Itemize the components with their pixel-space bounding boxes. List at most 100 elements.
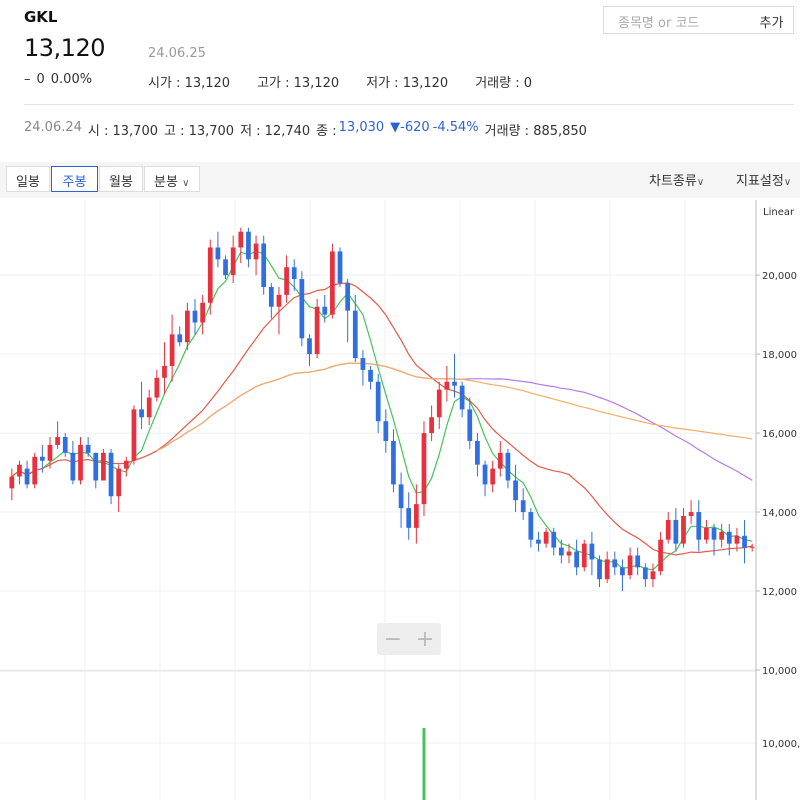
add-button[interactable]: 추가 xyxy=(750,6,794,34)
candle-body xyxy=(330,251,335,315)
tab-weekly[interactable]: 주봉 xyxy=(51,166,98,192)
candle-body xyxy=(230,247,236,276)
chart-toolbar: 일봉 주봉 월봉 분봉 ∨ 차트종류∨ 지표설정∨ xyxy=(0,162,800,198)
prev-volume: 거래량 : 885,850 xyxy=(484,124,587,139)
candle-body xyxy=(711,527,717,540)
candle-body xyxy=(215,247,221,260)
indicator-settings-label: 지표설정 xyxy=(736,174,784,189)
candle-body xyxy=(192,310,198,323)
candle-body xyxy=(368,369,373,382)
candle-body xyxy=(513,480,518,501)
candle-body xyxy=(337,251,343,284)
current-price: 13,120 xyxy=(24,34,105,62)
candle-body xyxy=(719,531,725,540)
candle-body xyxy=(223,259,228,276)
candle-body xyxy=(696,512,702,540)
ohlc-row: 시가 : 13,120 고가 : 13,120 저가 : 13,120 거래량 … xyxy=(148,72,559,91)
prev-high: 고 : 13,700 xyxy=(163,124,235,139)
candle-body xyxy=(581,543,587,568)
ma20-line xyxy=(11,282,753,556)
candle-body xyxy=(635,555,641,568)
candle-body xyxy=(131,409,137,461)
indicator-settings-menu[interactable]: 지표설정∨ xyxy=(736,170,791,189)
stock-name: GKL xyxy=(24,8,58,26)
candle-body xyxy=(566,551,572,556)
candle-body xyxy=(200,302,205,323)
candle-body xyxy=(642,567,648,580)
candle-body xyxy=(85,444,91,453)
candle-body xyxy=(490,468,496,485)
candle-body xyxy=(467,409,473,441)
quote-date: 24.06.25 xyxy=(148,46,206,61)
volume: 거래량 : 0 xyxy=(475,76,532,91)
candle-body xyxy=(123,460,129,469)
zoom-out-icon[interactable]: − xyxy=(384,627,402,652)
candle-body xyxy=(375,381,381,422)
candle-body xyxy=(391,440,396,485)
prev-close-label: 종 : xyxy=(316,124,337,139)
candle-body xyxy=(528,512,534,540)
divider xyxy=(24,104,794,105)
tab-monthly[interactable]: 월봉 xyxy=(99,166,143,192)
candle-body xyxy=(551,531,557,548)
candle-body xyxy=(238,231,244,248)
ma5-line xyxy=(11,250,753,571)
candle-body xyxy=(559,547,564,556)
candle-body xyxy=(284,267,289,295)
candle-body xyxy=(62,437,68,453)
candle-body xyxy=(55,437,60,445)
chart-type-label: 차트종류 xyxy=(649,174,697,189)
candle-body xyxy=(261,243,267,287)
chevron-down-icon: ∨ xyxy=(182,178,190,189)
candle-body xyxy=(543,531,549,544)
y-tick-label: 18,000 xyxy=(762,350,797,361)
candle-body xyxy=(673,519,679,544)
candle-body xyxy=(436,389,442,418)
candle-body xyxy=(39,456,45,461)
candle-body xyxy=(291,267,297,280)
y-tick-label: 14,000 xyxy=(762,508,797,519)
tab-minute[interactable]: 분봉 ∨ xyxy=(144,166,200,192)
candle-body xyxy=(253,243,259,260)
change-row: – 0 0.00% xyxy=(24,72,98,87)
candlestick-chart[interactable]: Linear 10,000 12,000 14,000 16,000 18,000 20,0… xyxy=(0,200,800,800)
search-input[interactable]: 종목명 or 코드 xyxy=(603,6,751,34)
candle-body xyxy=(177,334,183,343)
candle-body xyxy=(139,409,144,418)
scale-label: Linear xyxy=(763,207,795,218)
chevron-down-icon: ∨ xyxy=(696,177,705,188)
candle-body xyxy=(421,433,427,505)
low-price: 저가 : 13,120 xyxy=(366,76,449,91)
tab-minute-label: 분봉 xyxy=(154,175,178,190)
chart-type-menu[interactable]: 차트종류∨ xyxy=(649,170,704,189)
candle-body xyxy=(154,377,160,398)
prev-open: 시 : 13,700 xyxy=(87,124,158,139)
candle-body xyxy=(345,283,351,311)
high-price: 고가 : 13,120 xyxy=(257,76,340,91)
candle-body xyxy=(429,417,434,434)
candle-body xyxy=(93,452,99,481)
candle-body xyxy=(146,397,152,418)
candle-body xyxy=(268,286,274,307)
prev-low: 저 : 12,740 xyxy=(240,124,311,139)
zoom-in-icon[interactable]: + xyxy=(416,627,434,652)
candle-body xyxy=(47,444,53,461)
volume-tick-label: 10,000,0 xyxy=(762,739,800,750)
candle-body xyxy=(276,294,282,307)
candle-body xyxy=(70,452,76,481)
y-tick-label: 16,000 xyxy=(762,429,797,440)
candle-body xyxy=(322,306,328,315)
candle-body xyxy=(307,338,312,355)
prev-change-percent: -4.54% xyxy=(432,120,479,135)
y-tick-label: 20,000 xyxy=(762,271,797,282)
candle-body xyxy=(505,452,511,481)
candle-body xyxy=(360,358,366,370)
zoom-control: − + xyxy=(377,623,441,655)
candle-body xyxy=(185,310,190,343)
candle-body xyxy=(749,546,755,548)
change-percent: 0.00% xyxy=(50,72,93,87)
candle-body xyxy=(612,559,618,568)
tab-daily[interactable]: 일봉 xyxy=(6,166,50,192)
candle-body xyxy=(78,444,83,481)
candle-body xyxy=(597,559,602,580)
